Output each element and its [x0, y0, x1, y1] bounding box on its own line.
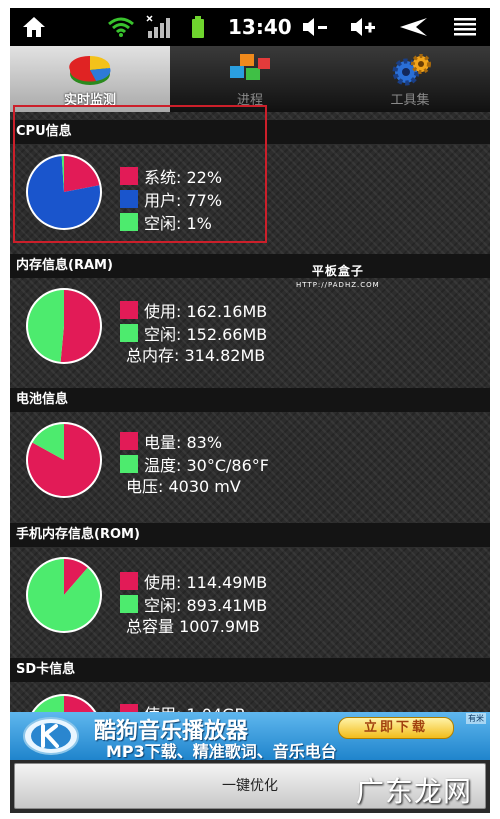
tab-realtime-monitor[interactable]: 实时监测 — [10, 46, 170, 112]
ad-download-button[interactable]: 立即下载 — [338, 717, 454, 739]
legend-text: 温度: 30°C/86°F — [144, 456, 269, 475]
legend-swatch — [120, 595, 138, 613]
kugou-logo-icon — [22, 716, 80, 756]
legend-swatch — [120, 324, 138, 342]
battery-legend-temperature: 温度: 30°C/86°F — [120, 453, 269, 475]
rom-legend-used: 使用: 114.49MB — [120, 570, 267, 592]
clock-time: 13:40 — [228, 15, 292, 39]
legend-swatch — [120, 432, 138, 450]
blocks-process-icon — [226, 52, 274, 92]
legend-text: 电量: 83% — [144, 433, 223, 452]
rom-total: 总容量 1007.9MB — [126, 617, 260, 636]
cpu-highlight-box — [13, 105, 267, 243]
ram-total: 总内存: 314.82MB — [126, 346, 266, 365]
ram-legend-used: 使用: 162.16MB — [120, 299, 267, 321]
rom-legend-free: 空闲: 893.41MB — [120, 593, 267, 615]
ad-banner[interactable]: 酷狗音乐播放器 MP3下载、精准歌词、音乐电台 立即下载 有米 — [10, 712, 490, 760]
legend-text: 空闲: 893.41MB — [144, 596, 268, 615]
watermark-title: 平板盒子 — [311, 264, 364, 278]
ram-pie-slice-0 — [60, 290, 100, 362]
rom-section-header: 手机内存信息(ROM) — [10, 523, 490, 547]
watermark-text: 平板盒子 HTTP://PADHZ.COM — [296, 262, 380, 289]
rom-pie-chart — [26, 557, 102, 633]
volume-down-icon[interactable] — [298, 8, 332, 46]
pie-monitor-icon — [66, 52, 114, 92]
battery-section-header: 电池信息 — [10, 388, 490, 412]
watermark-url: HTTP://PADHZ.COM — [296, 281, 380, 289]
ram-section-header: 内存信息(RAM) — [10, 254, 490, 278]
home-icon[interactable] — [16, 8, 52, 46]
legend-text: 使用: 162.16MB — [144, 302, 268, 321]
legend-swatch — [120, 455, 138, 473]
status-bar: 13:40 — [10, 8, 490, 46]
legend-swatch — [120, 301, 138, 319]
menu-icon[interactable] — [448, 8, 482, 46]
wifi-icon — [106, 8, 136, 46]
tab-label: 工具集 — [390, 93, 430, 108]
battery-pie-chart — [26, 422, 102, 498]
legend-text: 使用: 114.49MB — [144, 573, 268, 592]
battery-legend-level: 电量: 83% — [120, 430, 222, 452]
tab-bar: 实时监测 进程 工具集 — [10, 46, 490, 112]
ram-legend-free: 空闲: 152.66MB — [120, 322, 267, 344]
signal-icon — [144, 8, 174, 46]
tab-tools[interactable]: 工具集 — [330, 46, 490, 112]
site-watermark: 广东龙网 — [356, 775, 473, 808]
battery-icon — [188, 8, 208, 46]
legend-text: 空闲: 152.66MB — [144, 325, 268, 344]
back-icon[interactable] — [396, 8, 432, 46]
ram-pie-chart — [26, 288, 102, 364]
legend-swatch — [120, 572, 138, 590]
gears-tools-icon — [386, 52, 434, 92]
sd-section-header: SD卡信息 — [10, 658, 490, 682]
tab-process[interactable]: 进程 — [170, 46, 330, 112]
ad-subtitle: MP3下载、精准歌词、音乐电台 — [106, 742, 337, 760]
ad-provider-tag: 有米 — [466, 713, 486, 724]
ram-pie-slice-1 — [27, 290, 64, 362]
volume-up-icon[interactable] — [346, 8, 380, 46]
battery-voltage: 电压: 4030 mV — [126, 477, 241, 496]
phone-screen: 13:40 实时监测 进程 工具集 CPU信息 系统: 22% 用户: 77% … — [10, 8, 490, 813]
